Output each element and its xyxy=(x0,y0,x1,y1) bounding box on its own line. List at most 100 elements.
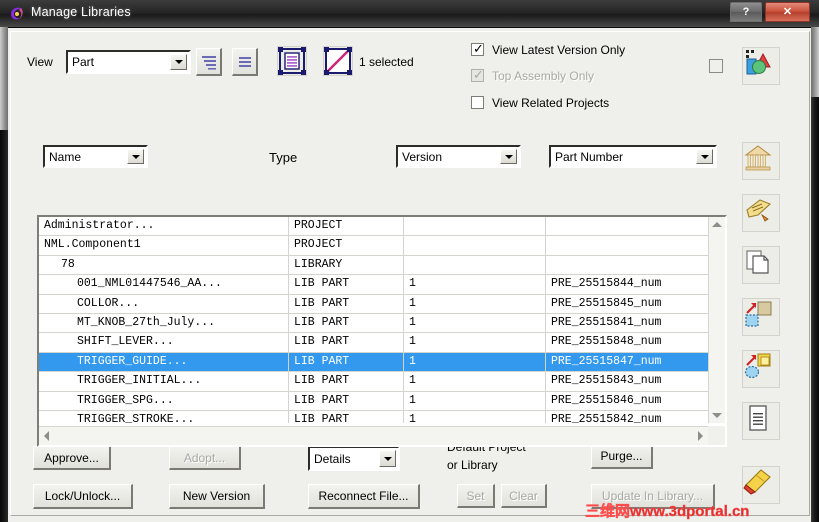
lock-unlock-button[interactable]: Lock/Unlock... xyxy=(33,484,133,509)
cell-version xyxy=(404,255,546,275)
cell-name: SHIFT_LEVER... xyxy=(39,333,289,352)
scroll-up-button[interactable] xyxy=(709,217,725,233)
cell-name: TRIGGER_STROKE... xyxy=(39,410,289,423)
table-row[interactable]: TRIGGER_INITIAL... LIB PART 1 PRE_25515843_… xyxy=(39,372,708,392)
view-related-projects-label: View Related Projects xyxy=(492,96,610,110)
new-project-icon xyxy=(746,50,771,75)
view-related-projects-checkbox[interactable] xyxy=(471,96,484,109)
cell-version: 1 xyxy=(404,352,546,372)
cell-version xyxy=(404,217,546,236)
approve-button[interactable]: Approve... xyxy=(33,446,111,470)
table-row[interactable]: NML.Component1 PROJECT xyxy=(39,236,708,256)
libraries-table-rows: Administrator... PROJECT NML.Component1 PRO… xyxy=(39,217,708,423)
table-row[interactable]: MT_KNOB_27th_July... LIB PART 1 PRE_2551584… xyxy=(39,313,708,334)
cell-name: 001_NML01447546_AA... xyxy=(39,275,289,294)
cell-version: 1 xyxy=(404,275,546,294)
details-combo-value: Details xyxy=(314,451,351,466)
cell-type: LIB PART xyxy=(289,352,404,372)
sidebar-item-rename-tag[interactable] xyxy=(742,194,780,232)
clear-button: Clear xyxy=(501,484,547,508)
cell-version: 1 xyxy=(404,410,546,423)
cell-part-number: PRE_25515844_num xyxy=(551,277,662,291)
adopt-button: Adopt... xyxy=(169,446,241,470)
extra-toggle-checkbox[interactable] xyxy=(709,59,723,73)
cell-type: LIB PART xyxy=(289,410,404,423)
check-icon: ✓ xyxy=(473,67,484,82)
table-row[interactable]: TRIGGER_GUIDE... LIB PART 1 PRE_25515847_nu… xyxy=(39,352,708,373)
type-column-label: Type xyxy=(269,150,298,165)
part-number-filter-combo[interactable]: Part Number xyxy=(549,145,717,168)
check-icon: ✓ xyxy=(473,41,484,56)
chevron-down-icon[interactable] xyxy=(170,54,187,70)
scroll-down-button[interactable] xyxy=(709,407,725,423)
set-button: Set xyxy=(457,484,495,508)
name-filter-value: Name xyxy=(49,149,82,164)
new-version-button[interactable]: New Version xyxy=(169,484,265,509)
cell-part-number: PRE_25515846_num xyxy=(551,393,662,407)
horizontal-scrollbar[interactable] xyxy=(39,426,708,445)
cell-type: LIB PART xyxy=(289,333,404,352)
table-row[interactable]: TRIGGER_STROKE... LIB PART 1 PRE_25515842_n… xyxy=(39,410,708,423)
scroll-right-button[interactable] xyxy=(692,427,708,444)
default-project-label-line2: or Library xyxy=(447,458,498,472)
table-row[interactable]: COLLOR... LIB PART 1 PRE_25515845_num xyxy=(39,294,708,314)
cell-name: COLLOR... xyxy=(39,294,289,313)
cell-part-number: PRE_25515843_num xyxy=(551,374,662,388)
table-row[interactable]: TRIGGER_SPG... LIB PART 1 PRE_25515846_num xyxy=(39,391,708,411)
view-combo[interactable]: Part xyxy=(66,50,191,74)
chevron-down-icon[interactable] xyxy=(696,149,713,164)
details-combo[interactable]: Details xyxy=(308,446,400,471)
chevron-down-icon[interactable] xyxy=(379,450,396,467)
cell-type: LIB PART xyxy=(289,294,404,313)
eraser-icon xyxy=(743,469,771,495)
name-filter-combo[interactable]: Name xyxy=(43,145,148,168)
cell-part-number: PRE_25515841_num xyxy=(551,315,662,329)
table-row[interactable]: 78 LIBRARY xyxy=(39,255,708,276)
sidebar-item-report-document[interactable] xyxy=(742,402,780,440)
sidebar-item-new-project[interactable] xyxy=(742,47,780,85)
expand-tree-icon-button[interactable] xyxy=(196,48,222,76)
title-bar: Manage Libraries ? ✕ xyxy=(0,0,819,28)
deselect-all-icon-button[interactable] xyxy=(323,46,353,76)
reconnect-file-button[interactable]: Reconnect File... xyxy=(308,484,420,509)
table-row[interactable]: 001_NML01447546_AA... LIB PART 1 PRE_255158… xyxy=(39,275,708,295)
chevron-down-icon[interactable] xyxy=(127,149,144,164)
table-row[interactable]: SHIFT_LEVER... LIB PART 1 PRE_25515848_num xyxy=(39,333,708,353)
table-row[interactable]: Administrator... PROJECT xyxy=(39,217,708,237)
vertical-scrollbar[interactable] xyxy=(708,217,725,423)
select-all-icon-button[interactable] xyxy=(277,46,307,76)
collapse-tree-icon-button[interactable] xyxy=(232,48,258,76)
export-to-box-icon xyxy=(745,301,772,327)
cell-name: 78 xyxy=(39,255,289,275)
view-label: View xyxy=(27,55,53,69)
cell-version: 1 xyxy=(404,391,546,410)
window-edge-left-top xyxy=(0,27,8,130)
deselect-all-icon xyxy=(324,47,352,75)
copy-icon xyxy=(746,250,769,274)
cell-part-number: PRE_25515847_num xyxy=(551,354,662,368)
scroll-left-button[interactable] xyxy=(39,427,55,444)
version-filter-combo[interactable]: Version xyxy=(396,145,521,168)
scrollbar-corner xyxy=(708,426,725,445)
close-button[interactable]: ✕ xyxy=(765,2,810,22)
sidebar-item-copy[interactable] xyxy=(742,246,780,284)
sidebar-item-library[interactable] xyxy=(742,142,780,180)
sidebar-item-import-from-box[interactable] xyxy=(742,350,780,388)
cell-type: PROJECT xyxy=(289,236,404,255)
sidebar-item-eraser[interactable] xyxy=(742,466,780,504)
libraries-table[interactable]: Administrator... PROJECT NML.Component1 PRO… xyxy=(37,215,727,447)
chevron-down-icon[interactable] xyxy=(500,149,517,164)
view-combo-value: Part xyxy=(72,55,95,69)
sidebar-item-export-to-box[interactable] xyxy=(742,298,780,336)
main-panel: View Part 1 selected ✓ View Latest Versi… xyxy=(10,31,810,516)
view-latest-version-only-checkbox[interactable]: ✓ xyxy=(471,41,484,56)
view-latest-version-only-label: View Latest Version Only xyxy=(492,43,626,57)
help-button[interactable]: ? xyxy=(730,2,762,22)
window-edge-right-top xyxy=(811,27,819,97)
cell-name: NML.Component1 xyxy=(39,236,289,255)
triangle-up-icon xyxy=(712,222,722,227)
cell-type: LIB PART xyxy=(289,275,404,294)
window-title: Manage Libraries xyxy=(31,5,131,19)
cell-type: LIB PART xyxy=(289,372,404,391)
purge-button[interactable]: Purge... xyxy=(591,444,653,469)
